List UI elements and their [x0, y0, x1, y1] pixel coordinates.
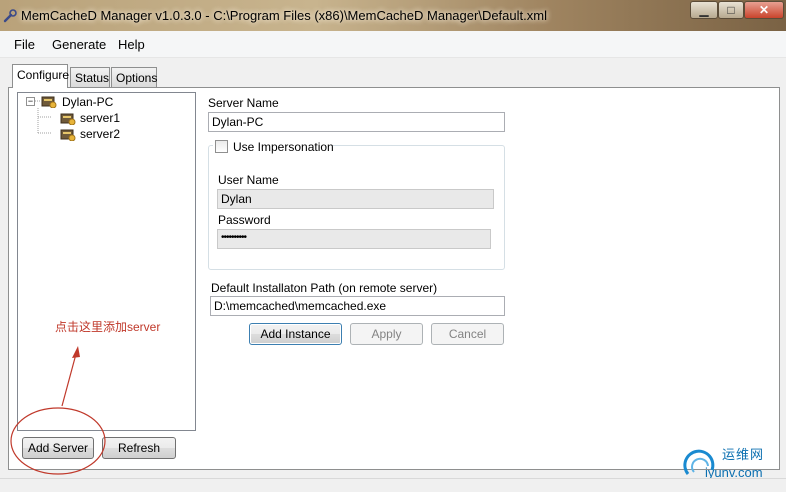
tab-status[interactable]: Status [70, 67, 110, 87]
annotation-arrow [10, 346, 106, 475]
cancel-button[interactable]: Cancel [431, 323, 504, 345]
maximize-button[interactable]: □ [718, 1, 744, 19]
user-name-input[interactable]: Dylan [217, 189, 494, 209]
install-path-label: Default Installaton Path (on remote serv… [211, 281, 438, 295]
apply-button[interactable]: Apply [350, 323, 423, 345]
wrench-app-icon [3, 9, 17, 23]
tree-node-dylan-pc[interactable]: Dylan-PC [62, 95, 113, 109]
user-name-label: User Name [218, 173, 279, 187]
tab-configure[interactable]: Configure [12, 64, 69, 88]
tree-node-server2[interactable]: server2 [80, 127, 120, 141]
server-name-label: Server Name [208, 96, 279, 110]
menu-help[interactable]: Help [118, 37, 145, 52]
collapse-icon[interactable]: − [26, 97, 35, 106]
menu-bar: File Generate Help [0, 31, 786, 58]
impersonation-label: Use Impersonation [233, 140, 334, 154]
minimize-icon: ▁ [699, 3, 709, 17]
add-instance-button[interactable]: Add Instance [249, 323, 342, 345]
server-icon [60, 129, 76, 141]
maximize-icon: □ [727, 3, 735, 17]
minimize-button[interactable]: ▁ [690, 1, 718, 19]
menu-generate[interactable]: Generate [52, 37, 106, 52]
tab-options[interactable]: Options [111, 67, 157, 87]
status-strip [0, 478, 786, 492]
server-name-input[interactable]: Dylan-PC [208, 112, 505, 132]
impersonation-checkbox[interactable] [215, 140, 228, 153]
tree-node-server1[interactable]: server1 [80, 111, 120, 125]
close-icon: ✕ [758, 3, 770, 17]
password-input[interactable]: •••••••••• [217, 229, 491, 249]
watermark-line1: 运维网 [722, 447, 765, 462]
menu-file[interactable]: File [14, 37, 35, 52]
window-title: MemCacheD Manager v1.0.3.0 - C:\Program … [21, 8, 547, 23]
server-icon [60, 113, 76, 125]
server-icon [41, 96, 57, 108]
close-button[interactable]: ✕ [744, 1, 784, 19]
watermark: 运维网 iyunv.com [700, 448, 764, 480]
install-path-input[interactable]: D:\memcached\memcached.exe [210, 296, 505, 316]
title-bar[interactable]: MemCacheD Manager v1.0.3.0 - C:\Program … [0, 0, 786, 31]
password-label: Password [218, 213, 271, 227]
